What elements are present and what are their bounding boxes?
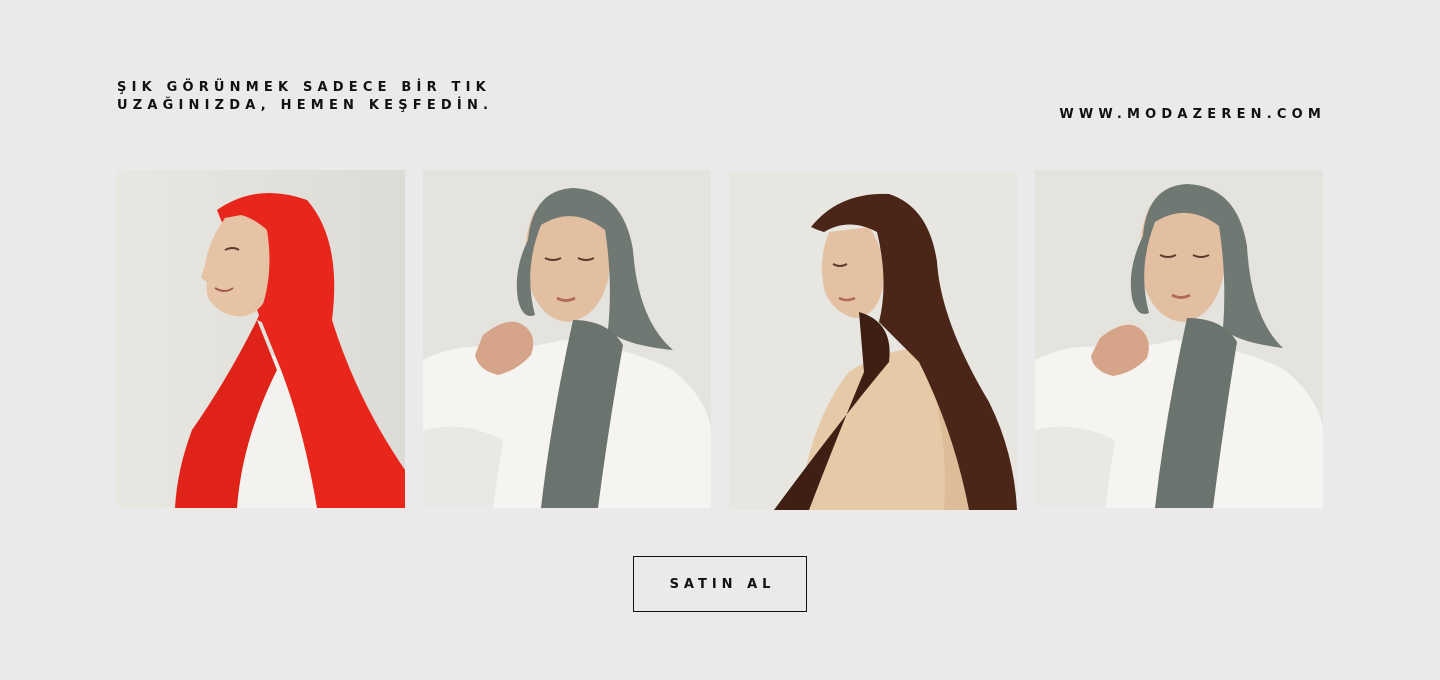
promo-tagline: ŞIK GÖRÜNMEK SADECE BİR TIK UZAĞINIZDA, … <box>117 79 577 115</box>
model-illustration <box>117 170 405 508</box>
tagline-line-1: ŞIK GÖRÜNMEK SADECE BİR TIK <box>117 80 491 95</box>
product-photo-grey-hijab[interactable] <box>423 170 711 508</box>
model-illustration <box>729 172 1017 510</box>
website-url: WWW.MODAZEREN.COM <box>1059 107 1326 122</box>
product-photo-grey-hijab-2[interactable] <box>1035 170 1323 508</box>
product-gallery <box>117 170 1323 510</box>
model-illustration <box>1035 170 1323 508</box>
buy-now-button[interactable]: SATIN AL <box>633 556 807 612</box>
tagline-line-2: UZAĞINIZDA, HEMEN KEŞFEDİN. <box>117 98 494 113</box>
product-photo-brown-hijab[interactable] <box>729 172 1017 510</box>
model-illustration <box>423 170 711 508</box>
product-photo-red-hijab[interactable] <box>117 170 405 508</box>
